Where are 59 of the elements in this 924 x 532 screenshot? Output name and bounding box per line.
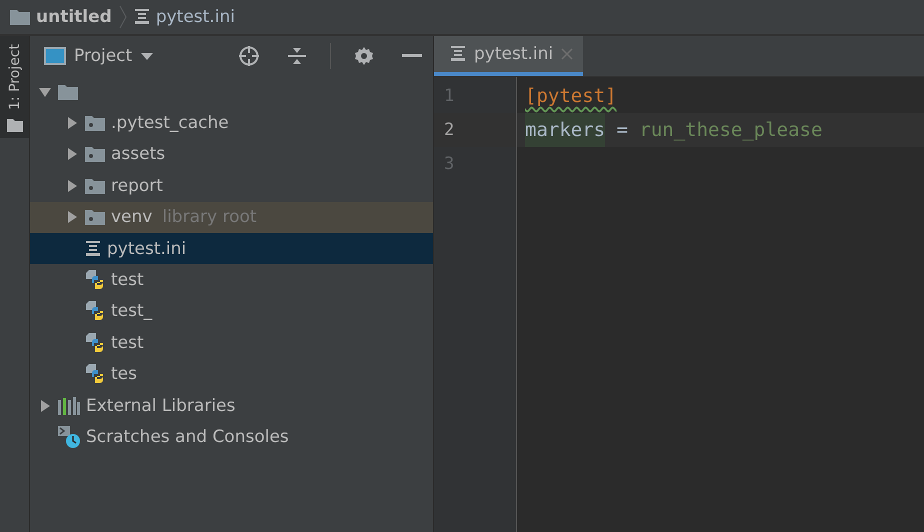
code-token: [pytest] [525, 84, 617, 109]
item-label: assets [111, 144, 166, 164]
item-hint: library root [162, 207, 257, 228]
panel-title[interactable]: Project [74, 46, 132, 66]
python-file-icon [85, 301, 105, 322]
collapse-all-button[interactable] [286, 45, 308, 67]
python-file-icon [85, 270, 105, 290]
item-label: External Libraries [86, 396, 236, 416]
item-label: test [111, 332, 144, 353]
code-token: run_these_please [639, 118, 822, 143]
item-label: .pytest_cache [111, 113, 229, 134]
dropdown-caret-icon[interactable] [140, 51, 154, 61]
tree-item[interactable]: report [30, 170, 433, 202]
code-token: = [616, 118, 629, 143]
tree-item[interactable]: tes [30, 358, 433, 390]
collapsed-arrow-icon[interactable] [65, 147, 79, 162]
tree-item[interactable]: Scratches and Consoles [30, 421, 433, 453]
breadcrumb-item[interactable]: pytest.ini [156, 7, 235, 27]
folder-icon [85, 146, 105, 162]
folder-icon [85, 115, 105, 132]
code-token: markers [525, 113, 606, 147]
item-label: venv [111, 207, 152, 228]
libraries-icon [58, 396, 80, 415]
tree-item[interactable]: .pytest_cache [30, 107, 433, 139]
item-label: test_ [111, 301, 152, 322]
window-icon [44, 47, 66, 65]
collapsed-arrow-icon[interactable] [38, 398, 52, 413]
scratches-icon [58, 426, 80, 448]
python-file-icon [85, 332, 105, 353]
tree-item[interactable]: assets [30, 138, 433, 170]
folder-icon [6, 118, 22, 132]
tree-item[interactable]: External Libraries [30, 390, 433, 422]
tree-item[interactable]: test [30, 327, 433, 359]
collapsed-arrow-icon[interactable] [65, 178, 79, 193]
settings-file-icon [450, 46, 466, 62]
folder-icon [58, 84, 78, 100]
settings-file-icon [85, 240, 101, 257]
collapsed-arrow-icon[interactable] [65, 210, 79, 224]
locate-button[interactable] [238, 45, 260, 67]
side-tab[interactable]: 1: Project [0, 36, 29, 138]
item-label: report [111, 176, 163, 196]
folder-icon [10, 9, 30, 25]
tree-item[interactable]: test_ [30, 296, 433, 328]
editor-tab[interactable]: pytest.ini [434, 36, 584, 76]
folder-icon [85, 178, 105, 194]
settings-file-icon [134, 9, 150, 25]
tree-item[interactable]: test [30, 264, 433, 296]
separator-icon [118, 4, 128, 30]
breadcrumb-item[interactable]: untitled [36, 7, 112, 27]
item-label: tes [111, 364, 137, 384]
item-label: Scratches and Consoles [86, 426, 289, 447]
collapsed-arrow-icon[interactable] [65, 116, 79, 130]
settings-button[interactable] [353, 45, 375, 67]
python-file-icon [85, 364, 105, 384]
item-label: test [111, 270, 144, 290]
item-label: pytest.ini [107, 238, 186, 259]
tree-item[interactable]: venv library root [30, 202, 433, 233]
folder-icon [85, 209, 105, 226]
tree-item[interactable]: pytest.ini [30, 232, 433, 264]
